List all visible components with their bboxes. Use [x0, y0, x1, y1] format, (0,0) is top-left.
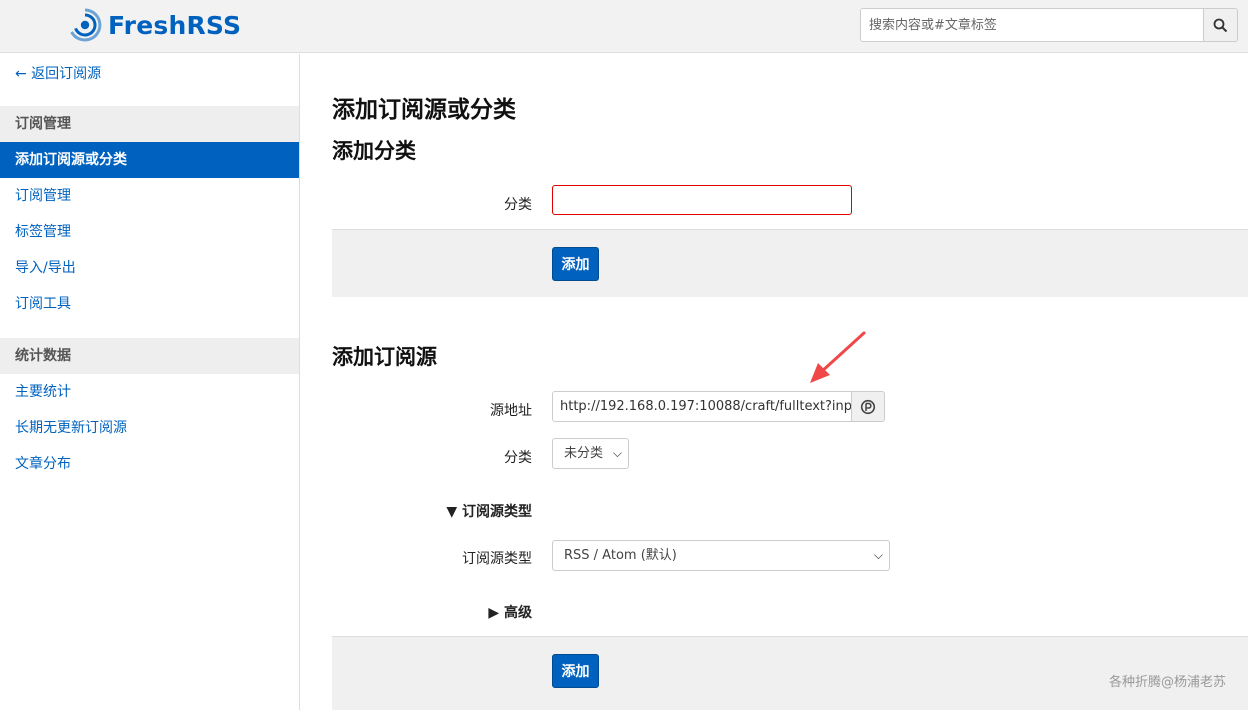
add-category-heading: 添加分类 [332, 139, 416, 163]
sidebar-group-statistics: 统计数据 [0, 338, 299, 374]
search-box [860, 8, 1238, 42]
feed-category-label: 分类 [504, 450, 532, 466]
sidebar-item-subscription-tools[interactable]: 订阅工具 [0, 286, 299, 322]
chevron-down-icon: ⌵ [873, 548, 883, 562]
category-field-label: 分类 [504, 197, 532, 213]
subscribe-icon [860, 399, 876, 414]
freshrss-logo[interactable]: FreshRSS [68, 8, 241, 42]
back-to-feeds-link[interactable]: ← 返回订阅源 [15, 63, 101, 83]
sidebar-item-idle-feeds[interactable]: 长期无更新订阅源 [0, 410, 299, 446]
chevron-down-icon: ⌵ [612, 446, 622, 460]
sidebar-item-main-stats[interactable]: 主要统计 [0, 374, 299, 410]
feed-type-toggle[interactable]: ▼ 订阅源类型 [332, 501, 532, 521]
add-category-button[interactable]: 添加 [552, 247, 599, 281]
add-feed-button[interactable]: 添加 [552, 654, 599, 688]
sidebar: ← 返回订阅源 订阅管理 添加订阅源或分类 订阅管理 标签管理 导入/导出 订阅… [0, 54, 300, 710]
sidebar-item-article-repartition[interactable]: 文章分布 [0, 446, 299, 482]
sidebar-item-tag-management[interactable]: 标签管理 [0, 214, 299, 250]
sidebar-item-add-feed[interactable]: 添加订阅源或分类 [0, 142, 299, 178]
main-content: 添加订阅源或分类 添加分类 分类 添加 添加订阅源 源地址 http://192… [300, 54, 1248, 710]
page-title: 添加订阅源或分类 [332, 97, 516, 123]
feed-url-group: http://192.168.0.197:10088/craft/fulltex… [552, 391, 885, 422]
rss-logo-icon [70, 8, 102, 42]
search-button[interactable] [1203, 9, 1237, 41]
search-input[interactable] [861, 9, 1203, 41]
advanced-toggle[interactable]: ▶ 高级 [332, 602, 532, 622]
feed-category-value: 未分类 [564, 446, 604, 461]
search-icon [1213, 18, 1228, 32]
category-name-input[interactable] [552, 185, 852, 215]
add-feed-heading: 添加订阅源 [332, 345, 437, 369]
sidebar-item-import-export[interactable]: 导入/导出 [0, 250, 299, 286]
feed-type-select[interactable]: RSS / Atom (默认) ⌵ [552, 540, 890, 571]
annotation-arrow-icon [810, 331, 866, 383]
subscribe-button[interactable] [851, 392, 884, 421]
top-header: FreshRSS [0, 0, 1248, 53]
feed-category-select[interactable]: 未分类 ⌵ [552, 438, 629, 469]
feed-url-input[interactable]: http://192.168.0.197:10088/craft/fulltex… [553, 392, 851, 421]
watermark: 各种折腾@杨浦老苏 [1108, 675, 1226, 690]
feed-type-value: RSS / Atom (默认) [564, 548, 677, 563]
sidebar-item-subscription-management[interactable]: 订阅管理 [0, 178, 299, 214]
logo-text: FreshRSS [108, 10, 242, 40]
sidebar-group-subscription: 订阅管理 [0, 106, 299, 142]
feed-url-label: 源地址 [490, 403, 532, 419]
feed-type-label: 订阅源类型 [462, 551, 532, 567]
category-form-footer: 添加 [332, 229, 1248, 297]
